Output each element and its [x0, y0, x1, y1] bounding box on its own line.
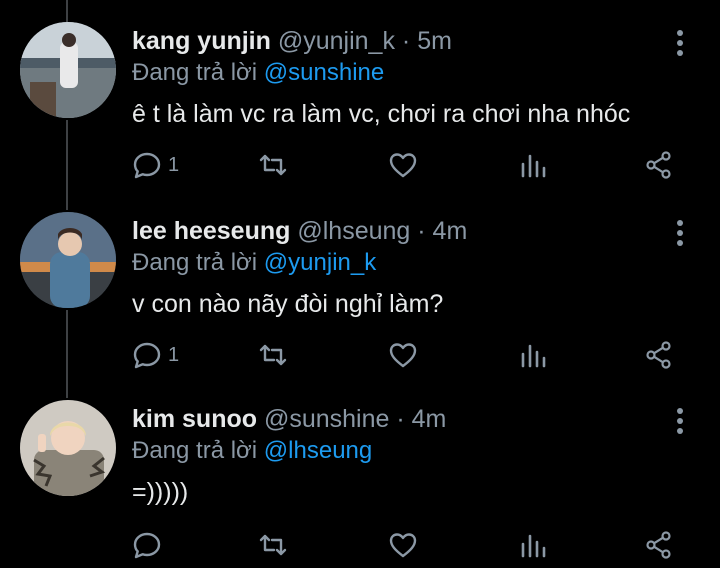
replying-to: Đang trả lời @lhseung: [132, 436, 372, 466]
tweet[interactable]: kim sunoo @sunshine · 4m Đang trả lời @l…: [0, 378, 720, 568]
separator-dot: ·: [396, 405, 405, 433]
timestamp[interactable]: 4m: [412, 405, 447, 433]
retweet-button[interactable]: [258, 528, 288, 562]
like-button[interactable]: [388, 148, 418, 182]
more-options-button[interactable]: [668, 28, 692, 58]
reply-button[interactable]: [132, 528, 168, 562]
like-button[interactable]: [388, 528, 418, 562]
heart-icon: [389, 343, 417, 368]
more-options-button[interactable]: [668, 406, 692, 436]
user-handle[interactable]: @yunjin_k: [278, 27, 395, 55]
tweet-header: kang yunjin @yunjin_k · 5m: [132, 26, 452, 56]
tweet-text: =))))): [132, 478, 189, 506]
views-button[interactable]: [518, 528, 548, 562]
bar-chart-icon: [521, 534, 546, 558]
tweet[interactable]: lee heeseung @lhseung · 4m Đang trả lời …: [0, 190, 720, 380]
share-icon: [646, 341, 671, 369]
vertical-ellipsis-icon: [677, 408, 683, 434]
reply-count: 1: [168, 343, 180, 366]
reply-button[interactable]: 1: [132, 338, 179, 372]
tweet-text: v con nào nãy đòi nghỉ làm?: [132, 290, 444, 318]
views-button[interactable]: [518, 148, 548, 182]
views-button[interactable]: [518, 338, 548, 372]
retweet-button[interactable]: [258, 148, 288, 182]
tweet-text: ê t là làm vc ra làm vc, chơi ra chơi nh…: [132, 100, 631, 128]
separator-dot: ·: [401, 27, 411, 55]
share-button[interactable]: [644, 528, 674, 562]
speech-bubble-icon: [133, 532, 161, 559]
display-name[interactable]: kim sunoo: [132, 405, 257, 433]
mention-link[interactable]: @yunjin_k: [264, 249, 376, 276]
timestamp[interactable]: 4m: [433, 217, 468, 245]
tweet-header: kim sunoo @sunshine · 4m: [132, 404, 446, 434]
reply-button[interactable]: 1: [132, 148, 179, 182]
replying-to: Đang trả lời @sunshine: [132, 58, 384, 88]
retweet-button[interactable]: [258, 338, 288, 372]
like-button[interactable]: [388, 338, 418, 372]
mention-link[interactable]: @lhseung: [264, 437, 372, 464]
user-handle[interactable]: @lhseung: [297, 217, 410, 245]
bar-chart-icon: [521, 344, 546, 368]
retweet-icon: [259, 344, 287, 366]
replying-to: Đang trả lời @yunjin_k: [132, 248, 376, 278]
tweet[interactable]: kang yunjin @yunjin_k · 5m Đang trả lời …: [0, 0, 720, 190]
vertical-ellipsis-icon: [677, 220, 683, 246]
replying-to-label: Đang trả lời: [132, 249, 258, 276]
display-name[interactable]: kang yunjin: [132, 27, 271, 55]
reply-count: 1: [168, 153, 180, 176]
avatar[interactable]: [20, 400, 116, 496]
timestamp[interactable]: 5m: [417, 27, 452, 55]
vertical-ellipsis-icon: [677, 30, 683, 56]
action-bar: [132, 528, 692, 562]
avatar-image: [20, 212, 116, 308]
mention-link[interactable]: @sunshine: [264, 59, 384, 86]
action-bar: 1: [132, 338, 692, 372]
share-button[interactable]: [644, 338, 674, 372]
heart-icon: [389, 533, 417, 558]
share-button[interactable]: [644, 148, 674, 182]
bar-chart-icon: [521, 154, 546, 178]
avatar[interactable]: [20, 212, 116, 308]
avatar[interactable]: [20, 22, 116, 118]
speech-bubble-icon: [133, 342, 161, 369]
avatar-image: [20, 400, 116, 496]
action-bar: 1: [132, 148, 692, 182]
avatar-image: [20, 22, 116, 118]
more-options-button[interactable]: [668, 218, 692, 248]
user-handle[interactable]: @sunshine: [264, 405, 389, 433]
tweet-header: lee heeseung @lhseung · 4m: [132, 216, 467, 246]
retweet-icon: [259, 534, 287, 556]
separator-dot: ·: [417, 217, 426, 245]
heart-icon: [389, 153, 417, 178]
speech-bubble-icon: [133, 152, 161, 179]
display-name[interactable]: lee heeseung: [132, 217, 290, 245]
share-icon: [646, 531, 671, 559]
retweet-icon: [259, 154, 287, 176]
replying-to-label: Đang trả lời: [132, 437, 258, 464]
share-icon: [646, 151, 671, 179]
replying-to-label: Đang trả lời: [132, 59, 258, 86]
